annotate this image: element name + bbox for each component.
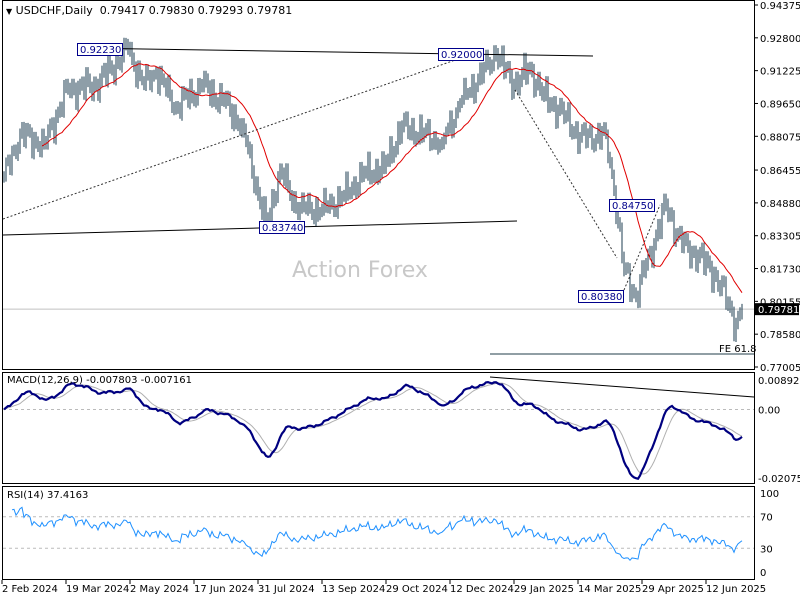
x-tick-label: 29 Oct 2024 <box>386 584 448 595</box>
rsi-tick-label: 30 <box>760 544 773 555</box>
price-label: 0.80380 <box>581 292 622 303</box>
macd-tick-label: 0.00 <box>758 405 780 416</box>
price-label: 0.92230 <box>80 45 121 56</box>
rsi-tick-label: 70 <box>760 513 773 524</box>
rsi-pane <box>2 486 755 580</box>
macd-tick-label: 0.008923 <box>758 376 800 387</box>
y-tick-label: 0.88075 <box>760 132 800 143</box>
resistance-trendline <box>79 47 594 57</box>
macd-pane <box>2 372 755 484</box>
macd-tick-label: -0.020759 <box>758 474 800 485</box>
price-bars <box>3 37 743 342</box>
y-tick-label: 0.83305 <box>760 232 800 243</box>
rsi-tick-label: 0 <box>760 568 766 579</box>
y-tick-label: 0.86455 <box>760 166 800 177</box>
price-label: 0.84750 <box>612 201 653 212</box>
macd-title: MACD(12,26,9) -0.007803 -0.007161 <box>7 375 192 386</box>
x-tick-label: 29 Jan 2025 <box>514 584 574 595</box>
y-tick-label: 0.84880 <box>760 199 800 210</box>
price-label: 0.83740 <box>262 223 303 234</box>
y-tick-label: 0.81730 <box>760 265 800 276</box>
y-tick-label: 0.92800 <box>760 34 800 45</box>
x-tick-label: 13 Sep 2024 <box>322 584 385 595</box>
x-tick-label: 29 Apr 2025 <box>642 584 704 595</box>
chart-canvas[interactable]: FE 61.8 0.92230 0.92000 0.83740 0.84750 0.803… <box>0 0 800 600</box>
macd-trendline <box>489 376 755 398</box>
macd-line <box>3 380 743 480</box>
rsi-title: RSI(14) 37.4163 <box>7 490 89 501</box>
x-tick-label: 31 Jul 2024 <box>258 584 315 595</box>
collapse-triangle-icon[interactable]: ▼ <box>6 7 12 16</box>
rsi-indicator <box>11 506 743 562</box>
chart-window: FE 61.8 0.92230 0.92000 0.83740 0.84750 0.803… <box>0 0 800 600</box>
x-tick-label: 2 Feb 2024 <box>2 584 58 595</box>
chart-header: ▼ USDCHF,Daily 0.79417 0.79830 0.79293 0… <box>6 4 292 17</box>
x-tick-label: 12 Dec 2024 <box>450 584 514 595</box>
drawings: FE 61.8 0.92230 0.92000 0.83740 0.84750 0.803… <box>2 43 757 355</box>
rsi-line <box>11 506 743 562</box>
x-tick-label: 19 Mar 2024 <box>66 584 129 595</box>
current-price-label: 0.79781 <box>758 305 799 316</box>
rsi-tick-label: 100 <box>760 489 779 500</box>
price-label: 0.92000 <box>441 50 482 61</box>
y-tick-label: 0.94375 <box>760 1 800 12</box>
watermark: Action Forex <box>292 258 428 283</box>
symbol-label: USDCHF,Daily <box>15 4 93 17</box>
y-tick-label: 0.89650 <box>760 99 800 110</box>
ohlc-values: 0.79417 0.79830 0.79293 0.79781 <box>99 4 293 17</box>
fe-label: FE 61.8 <box>719 344 757 355</box>
x-tick-label: 2 May 2024 <box>130 584 189 595</box>
x-tick-label: 14 Mar 2025 <box>578 584 641 595</box>
y-tick-label: 0.77005 <box>760 363 800 374</box>
x-tick-label: 12 Jun 2025 <box>706 584 766 595</box>
y-tick-label: 0.91225 <box>760 67 800 78</box>
macd-indicator <box>3 376 755 480</box>
x-tick-label: 17 Jun 2024 <box>194 584 254 595</box>
y-tick-label: 0.78580 <box>760 330 800 341</box>
macd-signal-line <box>3 382 743 475</box>
